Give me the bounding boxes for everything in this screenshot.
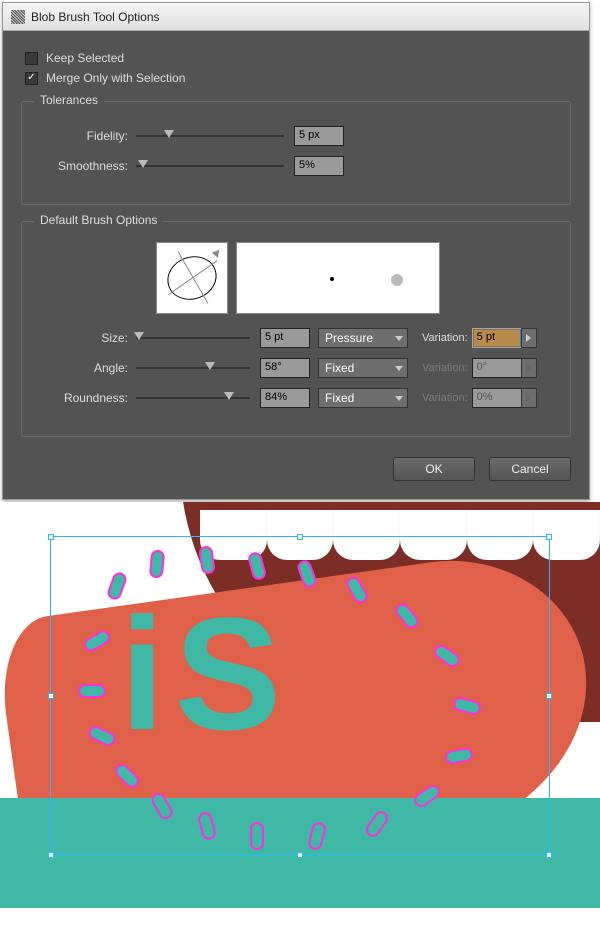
angle-control-select[interactable]: Fixed bbox=[318, 358, 408, 378]
angle-label: Angle: bbox=[36, 361, 128, 375]
selection-handle[interactable] bbox=[546, 534, 552, 540]
window-title: Blob Brush Tool Options bbox=[31, 10, 160, 24]
stroke-preview bbox=[236, 242, 440, 314]
tolerances-legend: Tolerances bbox=[34, 93, 104, 107]
brush-options-legend: Default Brush Options bbox=[34, 213, 163, 227]
roundness-label: Roundness: bbox=[36, 391, 128, 405]
size-value[interactable]: 5 pt bbox=[260, 328, 310, 348]
selection-handle[interactable] bbox=[48, 852, 54, 858]
size-slider[interactable] bbox=[136, 331, 250, 345]
size-control-select[interactable]: Pressure bbox=[318, 328, 408, 348]
ok-button[interactable]: OK bbox=[393, 457, 475, 481]
angle-variation-value: 0° bbox=[472, 358, 522, 378]
dialog-body: Keep Selected Merge Only with Selection … bbox=[3, 31, 589, 499]
chevron-down-icon bbox=[395, 396, 403, 401]
smoothness-label: Smoothness: bbox=[36, 159, 128, 173]
fidelity-value[interactable]: 5 px bbox=[294, 126, 344, 146]
angle-preview[interactable] bbox=[156, 242, 228, 314]
smoothness-slider[interactable] bbox=[136, 159, 284, 173]
roundness-control-select[interactable]: Fixed bbox=[318, 388, 408, 408]
size-variation-stepper[interactable] bbox=[521, 328, 537, 348]
angle-variation-stepper bbox=[521, 358, 537, 378]
merge-only-row[interactable]: Merge Only with Selection bbox=[25, 71, 571, 85]
chevron-down-icon bbox=[395, 336, 403, 341]
fidelity-label: Fidelity: bbox=[36, 129, 128, 143]
tolerances-group: Tolerances Fidelity: 5 px Smoothness: 5% bbox=[21, 101, 571, 205]
keep-selected-checkbox[interactable] bbox=[25, 52, 38, 65]
roundness-variation-stepper bbox=[521, 388, 537, 408]
brush-options-group: Default Brush Options Size: 5 bbox=[21, 221, 571, 437]
cancel-button[interactable]: Cancel bbox=[489, 457, 571, 481]
size-control-label: Pressure bbox=[325, 331, 373, 345]
selection-handle[interactable] bbox=[48, 534, 54, 540]
size-variation-value[interactable]: 5 pt bbox=[472, 328, 522, 348]
merge-only-label: Merge Only with Selection bbox=[46, 71, 185, 85]
roundness-variation-value: 0% bbox=[472, 388, 522, 408]
smoothness-row: Smoothness: 5% bbox=[36, 156, 556, 176]
brush-previews bbox=[156, 242, 556, 314]
selection-handle[interactable] bbox=[546, 852, 552, 858]
merge-only-checkbox[interactable] bbox=[25, 72, 38, 85]
chevron-down-icon bbox=[395, 366, 403, 371]
roundness-value[interactable]: 84% bbox=[260, 388, 310, 408]
smoothness-value[interactable]: 5% bbox=[294, 156, 344, 176]
blob-brush-options-dialog: Blob Brush Tool Options Keep Selected Me… bbox=[2, 2, 590, 500]
selection-handle[interactable] bbox=[297, 852, 303, 858]
keep-selected-row[interactable]: Keep Selected bbox=[25, 51, 571, 65]
dialog-buttons: OK Cancel bbox=[21, 457, 571, 481]
size-variation-label: Variation: bbox=[422, 332, 468, 344]
angle-control-label: Fixed bbox=[325, 361, 354, 375]
roundness-variation-label: Variation: bbox=[422, 392, 468, 404]
titlebar[interactable]: Blob Brush Tool Options bbox=[3, 3, 589, 31]
angle-variation-label: Variation: bbox=[422, 362, 468, 374]
canvas-artwork[interactable]: iS bbox=[0, 502, 600, 908]
keep-selected-label: Keep Selected bbox=[46, 51, 124, 65]
selection-handle[interactable] bbox=[297, 534, 303, 540]
fidelity-slider[interactable] bbox=[136, 129, 284, 143]
size-row: Size: 5 pt Pressure Variation: 5 pt bbox=[36, 328, 556, 348]
angle-row: Angle: 58° Fixed Variation: 0° bbox=[36, 358, 556, 378]
app-icon bbox=[11, 10, 25, 24]
roundness-control-label: Fixed bbox=[325, 391, 354, 405]
roundness-slider[interactable] bbox=[136, 391, 250, 405]
size-label: Size: bbox=[36, 331, 128, 345]
selection-bounding-box[interactable] bbox=[50, 536, 550, 856]
selection-handle[interactable] bbox=[48, 693, 54, 699]
angle-slider[interactable] bbox=[136, 361, 250, 375]
selection-handle[interactable] bbox=[546, 693, 552, 699]
roundness-row: Roundness: 84% Fixed Variation: 0% bbox=[36, 388, 556, 408]
fidelity-row: Fidelity: 5 px bbox=[36, 126, 556, 146]
angle-value[interactable]: 58° bbox=[260, 358, 310, 378]
